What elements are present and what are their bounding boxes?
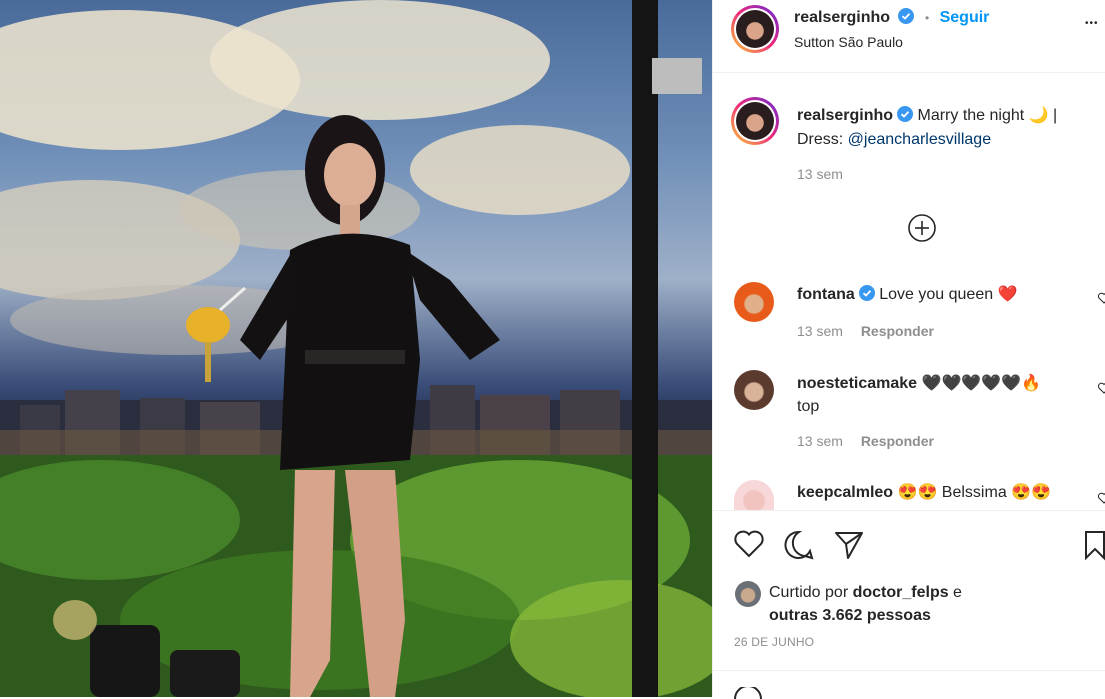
comment-text: 😍😍 Belssima 😍😍 [897, 484, 1051, 501]
author-username[interactable]: realserginho [794, 9, 890, 26]
caption-mention[interactable]: @jeancharlesvillage [848, 131, 991, 148]
comment-time: 13 sem [797, 433, 843, 449]
follow-button[interactable]: Seguir [940, 9, 990, 26]
comment-avatar[interactable] [734, 480, 774, 510]
comment: noesteticamake 🖤🖤🖤🖤🖤🔥 top [797, 372, 1087, 418]
add-circle-icon[interactable] [907, 213, 937, 243]
likes-count[interactable]: outras 3.662 pessoas [769, 607, 931, 624]
verified-icon [897, 106, 914, 122]
post-photo-illustration [0, 0, 712, 697]
comment-meta: 13 sem Responder [797, 323, 934, 339]
reply-button[interactable]: Responder [861, 323, 934, 339]
post-actions: Curtido por doctor_felps e outras 3.662 … [713, 510, 1105, 671]
post-side-panel: realserginho • Seguir Sutton São Paulo •… [712, 0, 1105, 699]
comment-time: 13 sem [797, 323, 843, 339]
likes-summary: Curtido por doctor_felps e outras 3.662 … [769, 581, 962, 627]
post-photo[interactable] [0, 0, 712, 697]
emoji-icon[interactable] [733, 687, 763, 699]
post-location[interactable]: Sutton São Paulo [794, 34, 903, 50]
bookmark-icon[interactable] [1083, 529, 1105, 561]
comment-username[interactable]: keepcalmleo [797, 484, 893, 501]
caption-username[interactable]: realserginho [797, 107, 893, 124]
comment-avatar[interactable] [734, 282, 774, 322]
caption-avatar[interactable] [731, 97, 779, 145]
likes-suffix: e [948, 584, 962, 601]
add-comment-bar [713, 670, 1105, 699]
heart-icon[interactable] [1098, 382, 1105, 394]
comment: fontana Love you queen ❤️ [797, 284, 1017, 304]
post-date[interactable]: 26 DE JUNHO [734, 635, 814, 649]
verified-icon [898, 8, 915, 24]
caption-time: 13 sem [797, 166, 843, 182]
comment-text: 🖤🖤🖤🖤🖤🔥 [921, 375, 1042, 392]
comment-avatar[interactable] [734, 370, 774, 410]
comment-text: top [797, 398, 820, 415]
caption: realserginho Marry the night 🌙 | Dress: … [797, 104, 1087, 152]
heart-icon[interactable] [1098, 492, 1105, 504]
reply-button[interactable]: Responder [861, 433, 934, 449]
header-separator: • [924, 11, 930, 25]
more-icon[interactable]: ••• [1085, 18, 1099, 29]
post-header: realserginho • Seguir Sutton São Paulo •… [713, 0, 1105, 73]
comment-username[interactable]: fontana [797, 286, 855, 303]
author-avatar[interactable] [731, 5, 779, 53]
caption-text: Marry the night 🌙 | [917, 107, 1058, 124]
liker-username[interactable]: doctor_felps [853, 584, 949, 601]
comment-username[interactable]: noesteticamake [797, 375, 917, 392]
likes-prefix: Curtido por [769, 584, 853, 601]
share-icon[interactable] [833, 529, 865, 561]
heart-icon[interactable] [1098, 292, 1105, 304]
liker-avatar[interactable] [735, 581, 761, 607]
comment: keepcalmleo 😍😍 Belssima 😍😍 [797, 482, 1051, 502]
comment-meta: 13 sem Responder [797, 433, 934, 449]
heart-icon[interactable] [733, 529, 765, 559]
verified-icon [858, 285, 875, 301]
comment-icon[interactable] [783, 529, 815, 561]
comment-text: Love you queen ❤️ [879, 286, 1018, 303]
caption-text-prefix: Dress: [797, 131, 848, 148]
